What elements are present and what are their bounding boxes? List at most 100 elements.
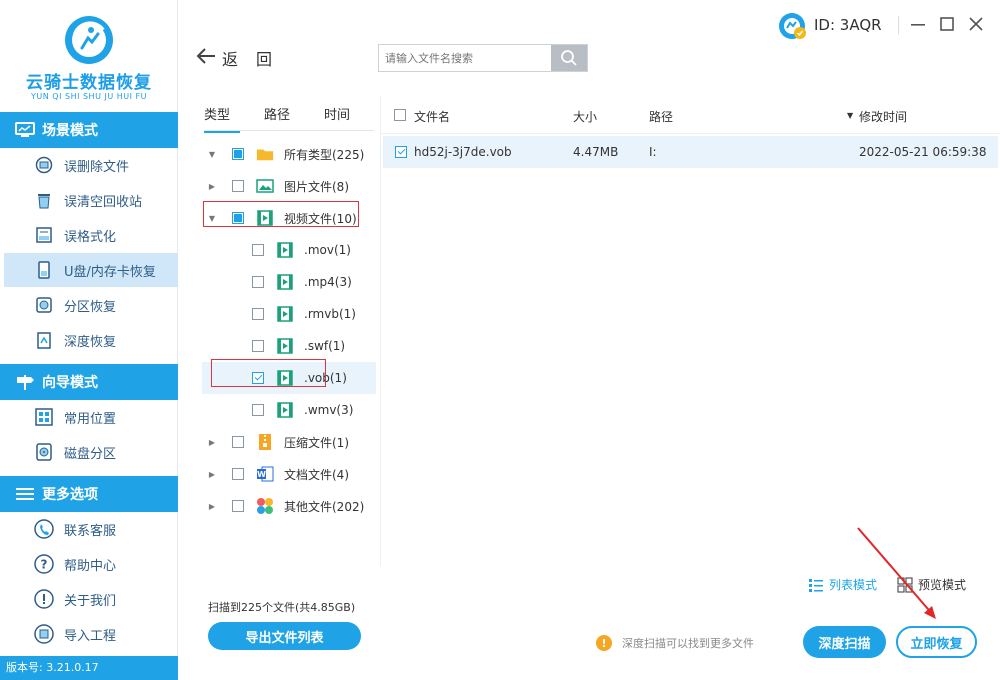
tree-node-checkbox[interactable] bbox=[252, 308, 264, 320]
column-name[interactable]: 文件名 bbox=[414, 108, 450, 125]
video-icon bbox=[276, 306, 294, 322]
tree-node[interactable]: ▶ W 文档文件(4) bbox=[202, 458, 376, 490]
tree-node[interactable]: ▼ 所有类型(225) bbox=[202, 138, 376, 170]
sidebar-item-label: 导入工程 bbox=[64, 628, 117, 644]
tree-node-label: 所有类型(225) bbox=[284, 147, 365, 162]
tree-node[interactable]: ▶.swf(1) bbox=[202, 330, 376, 362]
column-path[interactable]: 路径 bbox=[649, 108, 673, 125]
sidebar-item-import-project[interactable]: 导入工程 bbox=[4, 617, 178, 651]
sidebar-item-about-us[interactable]: 关于我们 bbox=[4, 582, 178, 616]
column-modified[interactable]: 修改时间 bbox=[859, 108, 907, 125]
sidebar-item-common-locations[interactable]: 常用位置 bbox=[4, 400, 178, 434]
recycle-bin-icon bbox=[34, 190, 54, 210]
tree-node-label: 其他文件(202) bbox=[284, 499, 365, 514]
document-icon: W bbox=[256, 466, 274, 482]
tree-node[interactable]: ▶.mov(1) bbox=[202, 234, 376, 266]
scan-summary: 扫描到225个文件(共4.85GB) bbox=[208, 601, 356, 614]
menu-icon bbox=[14, 485, 36, 503]
tree-node-label: .swf(1) bbox=[304, 339, 346, 353]
format-icon bbox=[34, 225, 54, 245]
help-icon: ? bbox=[34, 554, 54, 574]
tree-node-checkbox[interactable] bbox=[232, 436, 244, 448]
tree-node-checkbox[interactable] bbox=[232, 500, 244, 512]
table-row[interactable]: hd52j-3j7de.vob 4.47MB I: 2022-05-21 06:… bbox=[383, 136, 998, 168]
expand-icon[interactable]: ▶ bbox=[206, 182, 218, 191]
expand-icon[interactable]: ▶ bbox=[206, 470, 218, 479]
other-files-icon bbox=[256, 498, 274, 514]
app-name-pinyin: YUN QI SHI SHU JU HUI FU bbox=[31, 92, 147, 101]
search-input[interactable] bbox=[379, 45, 551, 71]
tree-node[interactable]: ▶.wmv(3) bbox=[202, 394, 376, 426]
sidebar-item-deleted-files[interactable]: 误删除文件 bbox=[4, 148, 178, 182]
user-id: ID: 3AQR bbox=[814, 16, 882, 34]
video-icon bbox=[276, 338, 294, 354]
select-all-checkbox[interactable] bbox=[394, 109, 406, 121]
expand-icon[interactable]: ▶ bbox=[206, 438, 218, 447]
sidebar-item-help-center[interactable]: ? 帮助中心 bbox=[4, 547, 178, 581]
tree-node-checkbox[interactable] bbox=[252, 340, 264, 352]
sidebar-item-label: U盘/内存卡恢复 bbox=[64, 264, 156, 280]
deep-scan-button[interactable]: 深度扫描 bbox=[803, 626, 886, 658]
sidebar-item-format[interactable]: 误格式化 bbox=[4, 218, 178, 252]
sidebar-item-label: 误格式化 bbox=[64, 229, 117, 245]
tree-node[interactable]: ▶ 压缩文件(1) bbox=[202, 426, 376, 458]
tree-node-checkbox[interactable] bbox=[232, 148, 244, 160]
export-list-button[interactable]: 导出文件列表 bbox=[208, 622, 361, 650]
close-icon bbox=[969, 17, 983, 31]
video-icon bbox=[276, 402, 294, 418]
sidebar-item-customer-service[interactable]: 联系客服 bbox=[4, 512, 178, 546]
tree-node-label: .rmvb(1) bbox=[304, 307, 356, 321]
back-label: 返回 bbox=[222, 50, 291, 69]
expand-icon[interactable]: ▶ bbox=[206, 502, 218, 511]
section-more-options: 更多选项 bbox=[0, 476, 178, 512]
sidebar-item-label: 帮助中心 bbox=[64, 558, 117, 574]
usb-drive-icon bbox=[34, 260, 54, 280]
section-title: 更多选项 bbox=[42, 487, 98, 503]
tree-node-label: 压缩文件(1) bbox=[284, 435, 349, 450]
deep-recover-icon bbox=[34, 330, 54, 350]
sidebar-item-recycle-bin[interactable]: 误清空回收站 bbox=[4, 183, 178, 217]
tree-node[interactable]: ▶.mp4(3) bbox=[202, 266, 376, 298]
collapse-icon[interactable]: ▼ bbox=[206, 150, 218, 159]
tree-node-checkbox[interactable] bbox=[252, 404, 264, 416]
tab-time[interactable]: 时间 bbox=[324, 104, 384, 133]
app-logo: 云骑士数据恢复 YUN QI SHI SHU JU HUI FU bbox=[0, 0, 178, 110]
row-checkbox[interactable] bbox=[395, 146, 407, 158]
sidebar-item-partition-recovery[interactable]: 分区恢复 bbox=[4, 288, 178, 322]
list-mode-icon bbox=[809, 578, 823, 592]
maximize-button[interactable] bbox=[937, 14, 957, 34]
tree-node-checkbox[interactable] bbox=[252, 244, 264, 256]
tree-node-checkbox[interactable] bbox=[232, 468, 244, 480]
tree-node[interactable]: ▶.rmvb(1) bbox=[202, 298, 376, 330]
tree-node-label: .wmv(3) bbox=[304, 403, 354, 417]
sidebar-item-label: 误删除文件 bbox=[64, 159, 130, 175]
filter-tree-panel: 类型 路径 时间 ▼所有类型(225)▶图片文件(8)▼视频文件(10)▶.mo… bbox=[194, 96, 380, 566]
minimize-button[interactable] bbox=[908, 14, 928, 34]
section-wizard-mode: 向导模式 bbox=[0, 364, 178, 400]
sidebar-item-label: 分区恢复 bbox=[64, 299, 117, 315]
delete-file-icon bbox=[34, 155, 54, 175]
tree-node-checkbox[interactable] bbox=[232, 180, 244, 192]
close-button[interactable] bbox=[966, 14, 986, 34]
avatar[interactable] bbox=[778, 12, 806, 40]
tree-node-checkbox[interactable] bbox=[252, 276, 264, 288]
sidebar-item-disk-partition[interactable]: 磁盘分区 bbox=[4, 435, 178, 469]
info-icon bbox=[34, 589, 54, 609]
tree-node[interactable]: ▶ 其他文件(202) bbox=[202, 490, 376, 522]
column-size[interactable]: 大小 bbox=[573, 108, 597, 125]
tree-node-label: 图片文件(8) bbox=[284, 179, 349, 194]
sidebar-item-label: 深度恢复 bbox=[64, 334, 117, 350]
sidebar-item-deep-recovery[interactable]: 深度恢复 bbox=[4, 323, 178, 357]
tree-node-label: .mov(1) bbox=[304, 243, 351, 257]
sidebar-item-label: 磁盘分区 bbox=[64, 446, 117, 462]
tab-path[interactable]: 路径 bbox=[264, 104, 324, 133]
sidebar-item-usb-recovery[interactable]: U盘/内存卡恢复 bbox=[4, 253, 178, 287]
zip-icon bbox=[256, 434, 274, 450]
back-button[interactable]: 返回 bbox=[196, 46, 290, 70]
recover-now-button[interactable]: 立即恢复 bbox=[896, 626, 977, 658]
search-button[interactable] bbox=[551, 45, 587, 71]
tree-node[interactable]: ▶ 图片文件(8) bbox=[202, 170, 376, 202]
file-path: I: bbox=[649, 145, 657, 159]
tab-type[interactable]: 类型 bbox=[204, 104, 240, 133]
file-size: 4.47MB bbox=[573, 145, 619, 159]
